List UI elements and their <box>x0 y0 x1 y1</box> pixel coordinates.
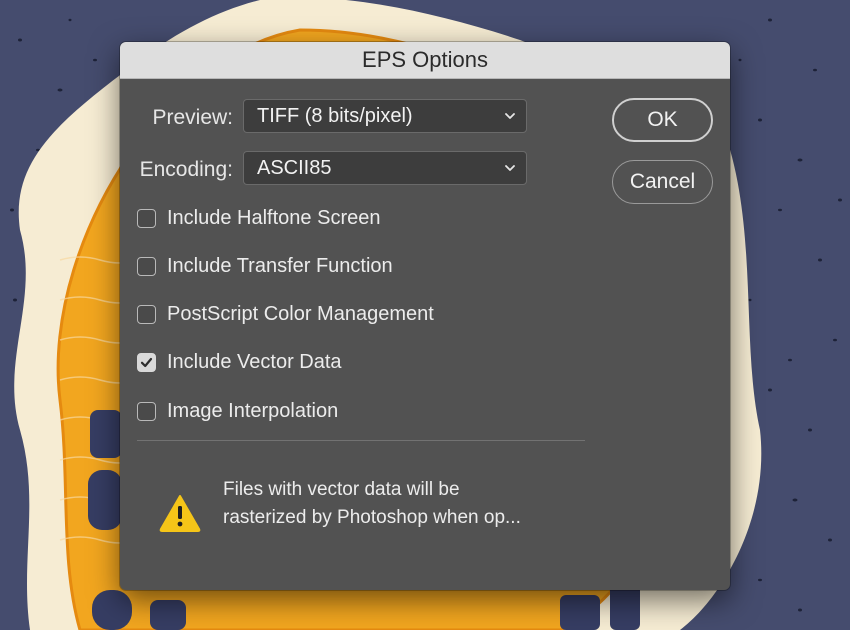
encoding-select[interactable]: ASCII85 <box>243 151 527 185</box>
ok-button[interactable]: OK <box>612 98 713 142</box>
warning-message-line-2: rasterized by Photoshop when op... <box>223 507 521 528</box>
include-halftone-screen-checkbox[interactable] <box>137 208 156 228</box>
image-interpolation-label: Image Interpolation <box>167 399 339 422</box>
include-transfer-function-checkbox[interactable] <box>137 256 156 276</box>
preview-select[interactable]: TIFF (8 bits/pixel) <box>243 99 527 133</box>
chevron-down-icon <box>505 165 515 171</box>
dialog-title: EPS Options <box>362 47 488 72</box>
warning-icon <box>159 495 201 532</box>
include-transfer-function-label: Include Transfer Function <box>167 254 393 277</box>
include-halftone-screen-label: Include Halftone Screen <box>167 206 381 229</box>
warning-message: Files with vector data will be rasterize… <box>223 476 583 532</box>
include-transfer-function-option[interactable]: Include Transfer Function <box>137 253 393 279</box>
checkmark-icon <box>140 357 153 367</box>
preview-label: Preview: <box>152 106 233 129</box>
eps-options-dialog: EPS Options Preview: TIFF (8 bits/pixel)… <box>120 42 730 590</box>
chevron-down-icon <box>505 113 515 119</box>
dialog-titlebar[interactable]: EPS Options <box>120 42 730 79</box>
include-vector-data-label: Include Vector Data <box>167 350 342 373</box>
preview-select-value: TIFF (8 bits/pixel) <box>257 104 413 127</box>
include-vector-data-option[interactable]: Include Vector Data <box>137 349 342 375</box>
include-halftone-screen-option[interactable]: Include Halftone Screen <box>137 205 380 231</box>
postscript-color-management-option[interactable]: PostScript Color Management <box>137 301 434 327</box>
postscript-color-management-label: PostScript Color Management <box>167 302 434 325</box>
cancel-button[interactable]: Cancel <box>612 160 713 204</box>
include-vector-data-checkbox[interactable] <box>137 352 156 372</box>
encoding-select-value: ASCII85 <box>257 156 332 179</box>
image-interpolation-checkbox[interactable] <box>137 401 156 421</box>
encoding-label: Encoding: <box>139 158 233 181</box>
warning-message-line-1: Files with vector data will be <box>223 479 460 500</box>
image-interpolation-option[interactable]: Image Interpolation <box>137 398 338 424</box>
postscript-color-management-checkbox[interactable] <box>137 304 156 324</box>
divider <box>137 440 585 441</box>
